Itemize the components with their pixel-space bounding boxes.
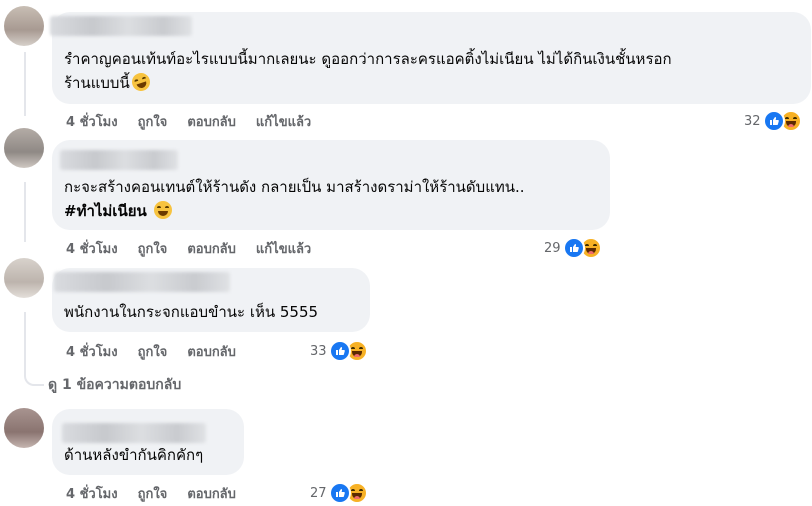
reply-connector — [24, 360, 44, 386]
like-button[interactable]: ถูกใจ — [138, 341, 168, 362]
like-icon — [762, 110, 785, 132]
comment-actions: 4 ชั่วโมง ถูกใจ ตอบกลับ แก้ไขแล้ว — [66, 237, 331, 259]
like-icon — [562, 237, 585, 259]
timestamp[interactable]: 4 ชั่วโมง — [66, 238, 118, 259]
reply-button[interactable]: ตอบกลับ — [187, 111, 236, 132]
thread-line — [24, 182, 26, 242]
blurred-author-name[interactable] — [62, 423, 206, 443]
comment-bubble: รำคาญคอนเท้นท์อะไรแบบนี้มากเลยนะ ดูออกว่… — [50, 12, 811, 104]
avatar[interactable] — [4, 408, 44, 448]
reply-button[interactable]: ตอบกลับ — [187, 238, 236, 259]
view-replies-link[interactable]: ดู 1 ข้อความตอบกลับ — [48, 374, 181, 396]
reaction-count: 29 — [544, 240, 561, 256]
like-icon — [328, 482, 351, 504]
avatar[interactable] — [4, 258, 44, 298]
edited-label: แก้ไขแล้ว — [255, 241, 312, 257]
comment-text: กะจะสร้างคอนเทนต์ให้ร้านดัง กลายเป็น มาส… — [64, 178, 525, 220]
avatar[interactable] — [4, 128, 44, 168]
comment-bubble: กะจะสร้างคอนเทนต์ให้ร้านดัง กลายเป็น มาส… — [52, 140, 610, 230]
reaction-count: 32 — [744, 113, 761, 129]
comment-text: รำคาญคอนเท้นท์อะไรแบบนี้มากเลยนะ ดูออกว่… — [64, 50, 672, 94]
reaction-summary[interactable]: 32 — [744, 110, 802, 132]
reaction-summary[interactable]: 33 — [310, 340, 368, 362]
reaction-count: 33 — [310, 343, 327, 359]
comment-bubble: ด้านหลังขำกันคิกคักๆ — [52, 409, 244, 475]
blurred-author-name[interactable] — [54, 272, 230, 292]
grin-emoji — [153, 201, 172, 219]
reaction-count: 27 — [310, 485, 327, 501]
timestamp[interactable]: 4 ชั่วโมง — [66, 483, 118, 504]
reaction-summary[interactable]: 29 — [544, 237, 602, 259]
rofl-emoji — [129, 70, 153, 94]
reply-button[interactable]: ตอบกลับ — [187, 341, 236, 362]
like-icon — [328, 340, 351, 362]
timestamp[interactable]: 4 ชั่วโมง — [66, 111, 118, 132]
comment-text: ด้านหลังขำกันคิกคักๆ — [64, 446, 204, 464]
blurred-author-name[interactable] — [60, 150, 178, 170]
reaction-summary[interactable]: 27 — [310, 482, 368, 504]
comment-actions: 4 ชั่วโมง ถูกใจ ตอบกลับ — [66, 482, 256, 504]
like-button[interactable]: ถูกใจ — [138, 111, 168, 132]
comment-bubble: พนักงานในกระจกแอบขำนะ เห็น 5555 — [52, 268, 370, 332]
edited-label: แก้ไขแล้ว — [255, 114, 312, 130]
view-replies-label[interactable]: ดู 1 ข้อความตอบกลับ — [48, 374, 181, 396]
comment-actions: 4 ชั่วโมง ถูกใจ ตอบกลับ แก้ไขแล้ว — [66, 110, 331, 132]
blurred-author-name[interactable] — [50, 16, 192, 36]
comment-text: พนักงานในกระจกแอบขำนะ เห็น 5555 — [64, 303, 319, 321]
timestamp[interactable]: 4 ชั่วโมง — [66, 341, 118, 362]
like-button[interactable]: ถูกใจ — [138, 483, 168, 504]
reply-button[interactable]: ตอบกลับ — [187, 483, 236, 504]
thread-line — [24, 52, 26, 116]
hashtag-link[interactable]: #ทำไม่เนียน — [64, 202, 147, 220]
avatar[interactable] — [4, 6, 44, 46]
like-button[interactable]: ถูกใจ — [138, 238, 168, 259]
comment-actions: 4 ชั่วโมง ถูกใจ ตอบกลับ — [66, 340, 256, 362]
